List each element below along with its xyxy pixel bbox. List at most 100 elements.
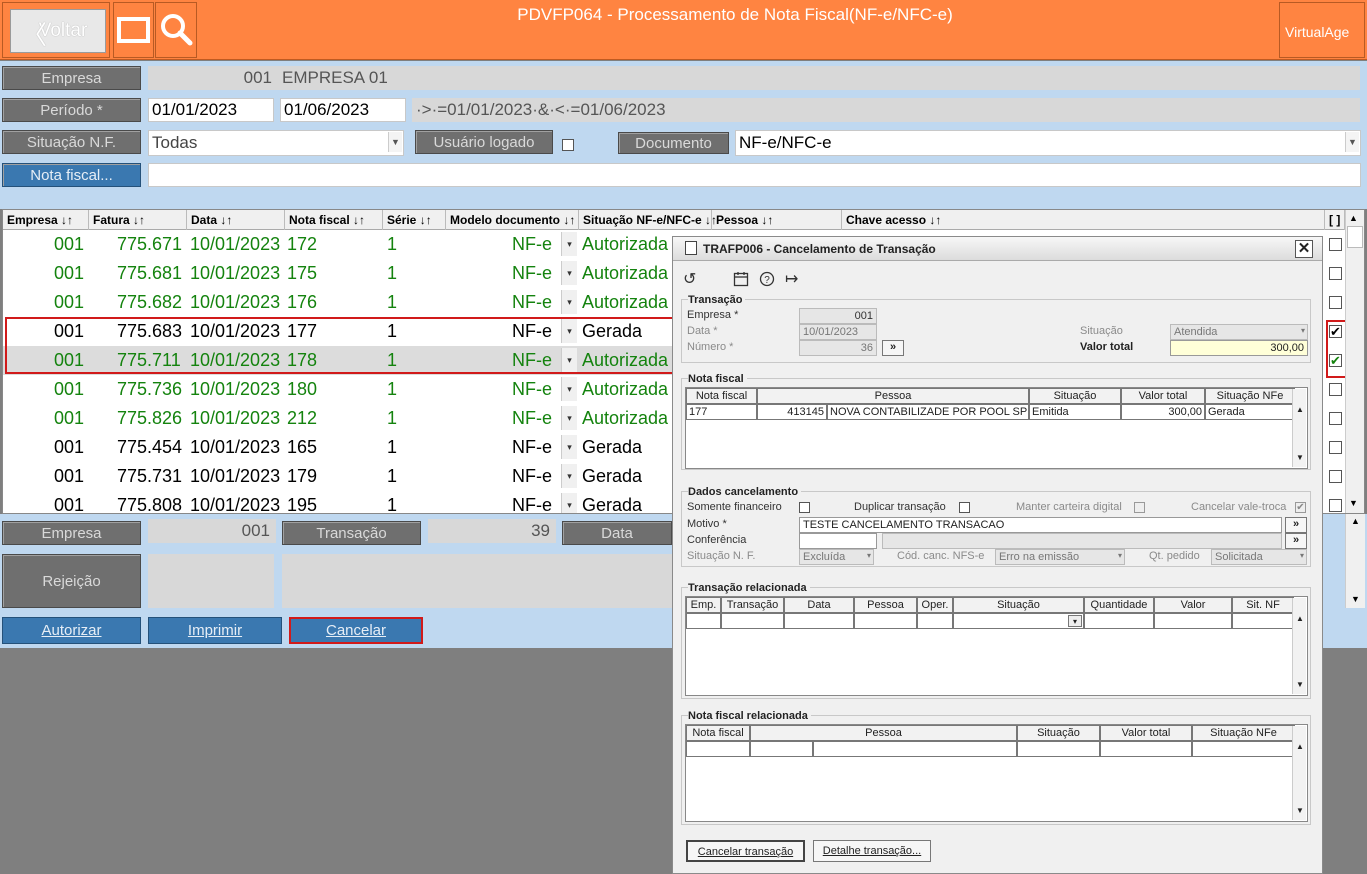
window-button[interactable] <box>113 2 154 58</box>
close-icon[interactable]: ✕ <box>1295 240 1313 258</box>
chevron-down-icon[interactable]: ▼ <box>1345 132 1359 152</box>
detail-scrollbar[interactable]: ▲ ▼ <box>1345 514 1365 608</box>
scroll-down-icon[interactable]: ▼ <box>1349 498 1358 508</box>
row-checkbox[interactable] <box>1329 470 1342 483</box>
motivo-input[interactable]: TESTE CANCELAMENTO TRANSACAO <box>799 517 1282 533</box>
scroll-down-icon[interactable]: ▼ <box>1296 680 1304 689</box>
chevron-down-icon[interactable]: ▾ <box>1068 615 1082 627</box>
col-nota-fiscal[interactable]: Nota fiscal <box>686 388 757 404</box>
scroll-down-icon[interactable]: ▼ <box>1351 594 1360 604</box>
duplicar-checkbox[interactable] <box>959 502 970 513</box>
scroll-down-icon[interactable]: ▼ <box>1296 453 1304 462</box>
col-situacao[interactable]: Situação <box>1029 388 1121 404</box>
col-oper[interactable]: Oper. <box>917 597 953 613</box>
conferencia-input[interactable] <box>799 533 877 549</box>
search-button[interactable] <box>155 2 197 58</box>
col-valor[interactable]: Valor <box>1154 597 1232 613</box>
col-pessoa[interactable]: Pessoa <box>854 597 917 613</box>
chevron-down-icon[interactable]: ▾ <box>561 232 577 256</box>
col-nota-fiscal[interactable]: Nota fiscal <box>686 725 750 741</box>
col-sit-nf[interactable]: Sit. NF <box>1232 597 1294 613</box>
cod-canc-select[interactable]: Erro na emissão ▾ <box>995 549 1125 565</box>
situacao-label-button[interactable]: Situação N.F. <box>2 130 141 154</box>
chevron-down-icon[interactable]: ▾ <box>561 406 577 430</box>
col-situacao-nfe[interactable]: Situação NFe <box>1192 725 1295 741</box>
numero-lookup-button[interactable]: » <box>882 340 904 356</box>
scroll-up-icon[interactable]: ▲ <box>1349 213 1358 223</box>
row-checkbox[interactable] <box>1329 383 1342 396</box>
col-fatura[interactable]: Fatura ↓↑ <box>89 210 187 230</box>
col-data[interactable]: Data <box>784 597 854 613</box>
chevron-down-icon[interactable]: ▾ <box>561 435 577 459</box>
somente-financeiro-checkbox[interactable] <box>799 502 810 513</box>
exit-icon[interactable]: ↦ <box>785 269 798 289</box>
periodo-label-button[interactable]: Período * <box>2 98 141 122</box>
col-emp[interactable]: Emp. <box>686 597 721 613</box>
imprimir-button[interactable]: Imprimir <box>148 617 282 644</box>
back-button-face[interactable]: 〈 Voltar <box>10 9 106 53</box>
row-checkbox[interactable] <box>1329 412 1342 425</box>
cancelar-transacao-button[interactable]: Cancelar transação <box>686 840 805 862</box>
row-checkbox[interactable] <box>1329 267 1342 280</box>
nota-grid-scrollbar[interactable]: ▲ ▼ <box>1292 389 1306 467</box>
empresa-detail-label[interactable]: Empresa <box>2 521 141 545</box>
nota-rel-scrollbar[interactable]: ▲ ▼ <box>1292 726 1306 820</box>
chevron-down-icon[interactable]: ▾ <box>561 290 577 314</box>
situacao-nf-select[interactable]: Excluída ▾ <box>799 549 874 565</box>
calendar-icon[interactable] <box>733 271 749 287</box>
col-valor-total[interactable]: Valor total <box>1100 725 1192 741</box>
usuario-logado-checkbox[interactable] <box>562 139 574 151</box>
chevron-down-icon[interactable]: ▾ <box>561 493 577 513</box>
row-checkbox[interactable] <box>1329 238 1342 251</box>
cell-situacao[interactable]: ▾ <box>953 613 1084 629</box>
detalhe-transacao-button[interactable]: Detalhe transação... <box>813 840 931 862</box>
situacao-select[interactable]: Todas ▼ <box>148 130 404 156</box>
refresh-icon[interactable]: ↺ <box>683 269 696 289</box>
data-detail-label[interactable]: Data <box>562 521 672 545</box>
col-situacao[interactable]: Situação <box>1017 725 1100 741</box>
virtualage-button[interactable]: VirtualAge <box>1279 2 1365 58</box>
col-empresa[interactable]: Empresa ↓↑ <box>3 210 89 230</box>
scroll-thumb[interactable] <box>1347 226 1363 248</box>
numero-field[interactable]: 36 <box>799 340 877 356</box>
empresa-field[interactable]: 001 <box>799 308 877 324</box>
scroll-down-icon[interactable]: ▼ <box>1296 806 1304 815</box>
transacao-detail-label[interactable]: Transação <box>282 521 421 545</box>
back-button[interactable]: 〈 Voltar <box>2 2 110 58</box>
rejeicao-label[interactable]: Rejeição <box>2 554 141 608</box>
scroll-up-icon[interactable]: ▲ <box>1296 614 1304 623</box>
row-checkbox[interactable] <box>1329 296 1342 309</box>
nota-fiscal-button[interactable]: Nota fiscal... <box>2 163 141 187</box>
col-select[interactable]: [ ] <box>1325 210 1345 230</box>
conferencia-lookup-button[interactable]: » <box>1285 533 1307 549</box>
col-situacao[interactable]: Situação <box>953 597 1084 613</box>
grid-scrollbar[interactable]: ▲ ▼ <box>1345 210 1364 513</box>
data-field[interactable]: 10/01/2023 <box>799 324 877 340</box>
empresa-label-button[interactable]: Empresa <box>2 66 141 90</box>
col-nota-fiscal[interactable]: Nota fiscal ↓↑ <box>285 210 383 230</box>
cancelar-vale-checkbox[interactable]: ✔ <box>1295 502 1306 513</box>
help-icon[interactable]: ? <box>759 271 775 287</box>
empresa-code-field[interactable]: 001 <box>148 66 278 90</box>
col-situacao[interactable]: Situação NF-e/NFC-e ↓↑ <box>579 210 717 230</box>
col-transacao[interactable]: Transação <box>721 597 784 613</box>
autorizar-button[interactable]: Autorizar <box>2 617 141 644</box>
col-data[interactable]: Data ↓↑ <box>187 210 285 230</box>
chevron-down-icon[interactable]: ▾ <box>1118 551 1122 560</box>
chevron-down-icon[interactable]: ▾ <box>1301 326 1305 335</box>
nota-fiscal-input[interactable] <box>148 163 1361 187</box>
col-quantidade[interactable]: Quantidade <box>1084 597 1154 613</box>
scroll-up-icon[interactable]: ▲ <box>1296 405 1304 414</box>
col-pessoa[interactable]: Pessoa <box>757 388 1029 404</box>
chevron-down-icon[interactable]: ▾ <box>867 551 871 560</box>
row-checkbox[interactable] <box>1329 499 1342 512</box>
periodo-end-input[interactable]: 01/06/2023 <box>280 98 406 122</box>
col-chave[interactable]: Chave acesso ↓↑ <box>842 210 1325 230</box>
col-situacao-nfe[interactable]: Situação NFe <box>1205 388 1295 404</box>
cancelar-button[interactable]: Cancelar <box>289 617 423 644</box>
situacao-field[interactable]: Atendida ▾ <box>1170 324 1308 340</box>
col-valor-total[interactable]: Valor total <box>1121 388 1205 404</box>
chevron-down-icon[interactable]: ▾ <box>561 261 577 285</box>
chevron-down-icon[interactable]: ▾ <box>1300 551 1304 560</box>
scroll-up-icon[interactable]: ▲ <box>1351 516 1360 526</box>
